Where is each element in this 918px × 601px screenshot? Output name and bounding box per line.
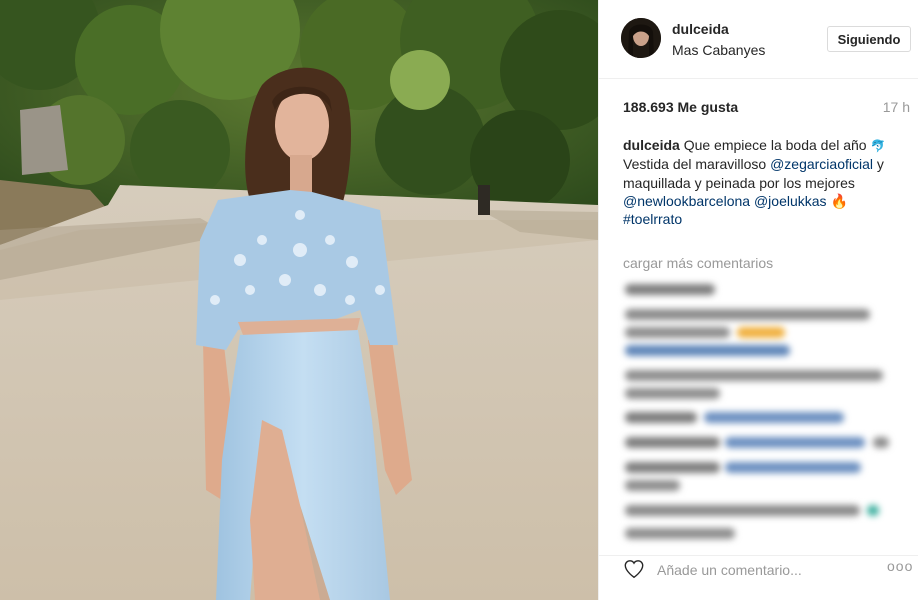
comment-bar (737, 327, 785, 338)
comment-bar (625, 505, 860, 516)
comment-bar (725, 437, 865, 448)
mention-zegarciaoficial[interactable]: @zegarciaoficial (770, 156, 873, 172)
comment-bar (625, 528, 735, 539)
load-more-comments[interactable]: cargar más comentarios (623, 255, 773, 271)
mention-joelukkas[interactable]: @joelukkas (754, 193, 827, 209)
mention-newlookbarcelona[interactable]: @newlookbarcelona (623, 193, 750, 209)
comment-bar (625, 370, 883, 381)
caption-username[interactable]: dulceida (623, 137, 680, 153)
comment-bar (625, 327, 730, 338)
comment-bar (625, 412, 697, 423)
hashtag-toelrrato[interactable]: #toelrrato (623, 211, 682, 227)
comment-bar (704, 412, 844, 423)
comment-bar (625, 309, 870, 320)
dolphin-emoji: 🐬 (870, 139, 886, 153)
comment-bar (725, 462, 861, 473)
comment-bar (867, 505, 879, 516)
comment-bar (873, 437, 889, 448)
post-header: dulceida Mas Cabanyes Siguiendo (599, 0, 918, 79)
blurred-comments (619, 278, 904, 560)
avatar[interactable] (621, 18, 661, 58)
post-side-panel: dulceida Mas Cabanyes Siguiendo 188.693 … (598, 0, 918, 600)
caption-text-1: Que empiece la boda del año (683, 137, 867, 153)
caption-text-2: Vestida del maravilloso (623, 156, 767, 173)
post-time[interactable]: 17 h (883, 99, 910, 115)
comment-bar (625, 437, 720, 448)
following-button[interactable]: Siguiendo (827, 26, 911, 52)
post-caption: dulceida Que empiece la boda del año 🐬 V… (623, 136, 911, 228)
post-footer: ooo (599, 555, 918, 601)
comment-input[interactable] (657, 562, 857, 578)
likes-count[interactable]: 188.693 Me gusta (623, 99, 738, 115)
post-photo[interactable] (0, 0, 598, 600)
post-photo-image (0, 0, 598, 600)
more-options-icon[interactable]: ooo (887, 558, 913, 574)
comment-bar (625, 284, 715, 295)
comment-bar (625, 480, 680, 491)
post-username[interactable]: dulceida (672, 21, 729, 37)
comment-bar (625, 388, 720, 399)
comment-bar (625, 462, 720, 473)
avatar-image (621, 18, 661, 58)
post-location[interactable]: Mas Cabanyes (672, 42, 765, 58)
fire-emoji: 🔥 (830, 192, 848, 209)
heart-icon[interactable] (623, 558, 645, 580)
comment-bar (625, 345, 790, 356)
